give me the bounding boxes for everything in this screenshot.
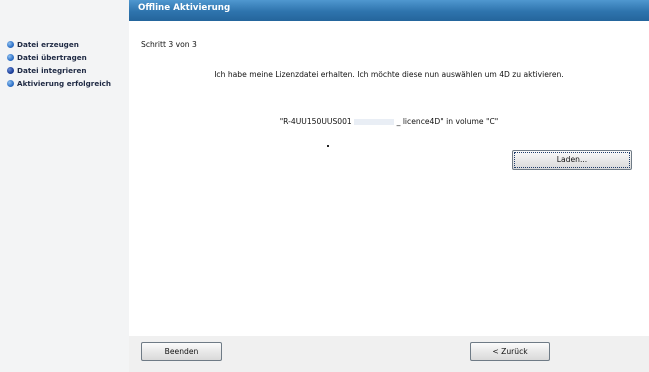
instruction-text: Ich habe meine Lizenzdatei erhalten. Ich… [214, 70, 564, 79]
step-counter: Schritt 3 von 3 [141, 40, 197, 49]
file-path-prefix: "R-4UU150UUS001 [279, 117, 352, 126]
step-item-datei-integrieren: Datei integrieren [7, 64, 111, 76]
steps-list: Datei erzeugen Datei übertragen Datei in… [7, 38, 111, 90]
step-label: Datei übertragen [17, 52, 87, 62]
back-button[interactable]: < Zurück [470, 342, 550, 361]
dialog-main: Offline Aktivierung Schritt 3 von 3 Ich … [129, 0, 649, 372]
step-label: Aktivierung erfolgreich [17, 78, 112, 88]
step-label: Datei erzeugen [17, 39, 79, 49]
title-bar: Offline Aktivierung [129, 0, 649, 21]
step-label: Datei integrieren [17, 65, 87, 75]
file-path-suffix: _ licence4D" in volume "C" [396, 117, 499, 126]
step-bullet-icon [7, 53, 14, 61]
quit-button[interactable]: Beenden [141, 342, 222, 361]
progress-dot [327, 145, 329, 147]
step-bullet-icon [7, 66, 14, 74]
load-button[interactable]: Laden... [512, 150, 632, 170]
sidebar: Datei erzeugen Datei übertragen Datei in… [0, 0, 129, 372]
dialog-title: Offline Aktivierung [138, 3, 231, 13]
license-file-path: "R-4UU150UUS001 _ licence4D" in volume "… [129, 117, 649, 126]
step-item-datei-uebertragen: Datei übertragen [7, 51, 111, 63]
step-item-datei-erzeugen: Datei erzeugen [7, 38, 111, 50]
step-bullet-icon [7, 79, 14, 87]
step-bullet-icon [7, 40, 14, 48]
step-item-aktivierung-erfolgreich: Aktivierung erfolgreich [7, 77, 111, 89]
redacted-segment [354, 119, 395, 125]
